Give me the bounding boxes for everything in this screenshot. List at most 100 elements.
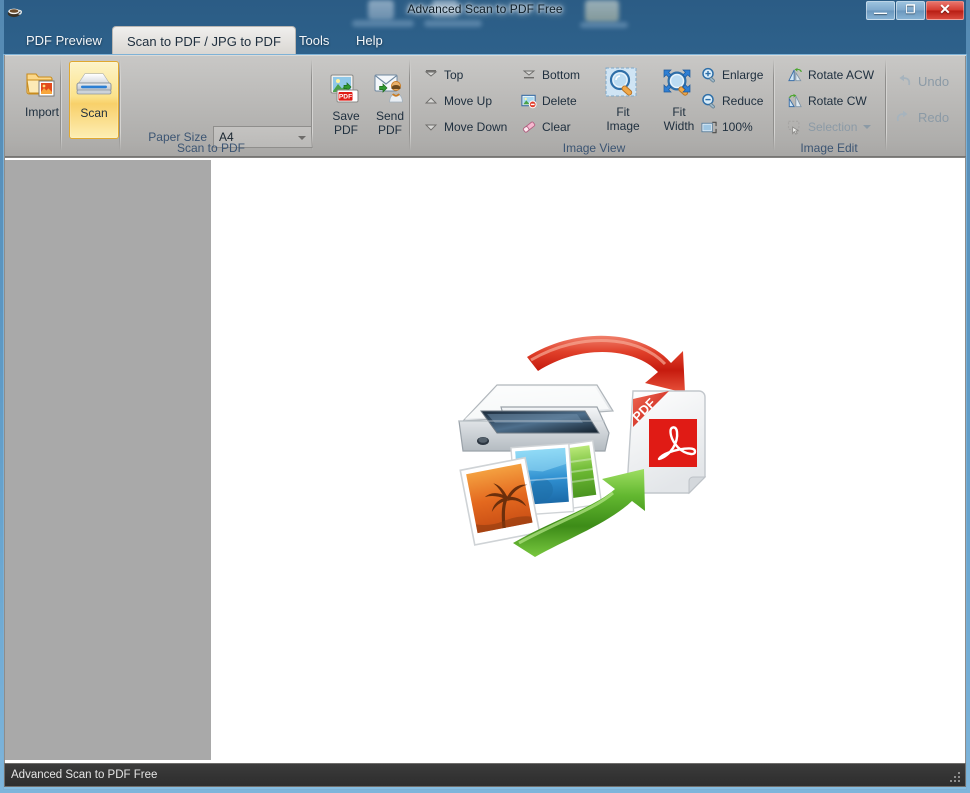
ribbon-tab-strip: PDF Preview Scan to PDF / JPG to PDF Too… bbox=[0, 22, 970, 62]
zoom-out-icon bbox=[701, 93, 717, 109]
move-top-label: Top bbox=[444, 68, 464, 82]
move-bottom-icon bbox=[521, 67, 537, 83]
fit-image-icon bbox=[605, 66, 641, 102]
fit-width-icon bbox=[661, 66, 697, 102]
group-divider bbox=[60, 59, 62, 151]
save-pdf-icon: PDF bbox=[329, 70, 363, 106]
move-down-command[interactable]: Move Down bbox=[423, 117, 507, 137]
rotate-acw-icon bbox=[787, 67, 803, 83]
selection-label: Selection bbox=[808, 120, 858, 134]
reduce-command[interactable]: Reduce bbox=[701, 91, 763, 111]
folder-image-icon bbox=[25, 66, 59, 102]
scanner-images-to-pdf-illustration: PDF bbox=[439, 311, 729, 601]
undo-command[interactable]: Undo bbox=[895, 71, 949, 91]
rotate-cw-command[interactable]: Rotate CW bbox=[787, 91, 867, 111]
rotate-cw-label: Rotate CW bbox=[808, 94, 867, 108]
send-pdf-label-line2: PDF bbox=[378, 123, 402, 137]
move-up-command[interactable]: Move Up bbox=[423, 91, 492, 111]
undo-icon bbox=[895, 73, 913, 89]
save-pdf-label-line1: Save bbox=[332, 109, 360, 123]
undo-label: Undo bbox=[918, 73, 950, 89]
minimize-button[interactable]: — bbox=[866, 1, 895, 20]
rotate-acw-label: Rotate ACW bbox=[808, 68, 875, 82]
tab-label: PDF Preview bbox=[26, 33, 102, 48]
fit-width-label-line1: Fit bbox=[672, 105, 686, 119]
group-label-image-view: Image View bbox=[562, 141, 626, 155]
group-divider bbox=[311, 59, 313, 151]
ribbon-group-output: PDF Save PDF Send PDF bbox=[311, 55, 409, 159]
ribbon-toolbar: Import Scan Paper Size A4 Scan to PDF PD… bbox=[4, 54, 967, 182]
send-pdf-icon bbox=[373, 70, 407, 106]
move-bottom-label: Bottom bbox=[542, 68, 581, 82]
move-bottom-command[interactable]: Bottom bbox=[521, 65, 580, 85]
enlarge-command[interactable]: Enlarge bbox=[701, 65, 763, 85]
zoom-in-icon bbox=[701, 67, 717, 83]
actual-size-icon bbox=[701, 119, 717, 135]
delete-image-label: Delete bbox=[542, 94, 577, 108]
move-up-label: Move Up bbox=[444, 94, 493, 108]
actual-size-command[interactable]: 100% bbox=[701, 117, 753, 137]
fit-image-button[interactable]: Fit Image bbox=[595, 61, 651, 139]
tab-scan-to-pdf[interactable]: Scan to PDF / JPG to PDF bbox=[112, 26, 296, 56]
enlarge-label: Enlarge bbox=[722, 68, 764, 82]
redo-label: Redo bbox=[918, 109, 950, 125]
fit-width-label-line2: Width bbox=[663, 119, 695, 133]
redo-command[interactable]: Redo bbox=[895, 107, 949, 127]
send-pdf-button[interactable]: Send PDF bbox=[365, 65, 415, 143]
reduce-label: Reduce bbox=[722, 94, 764, 108]
save-pdf-label-line2: PDF bbox=[333, 123, 358, 137]
thumbnail-list-panel[interactable] bbox=[5, 160, 211, 760]
status-bar-text: Advanced Scan to PDF Free bbox=[11, 769, 158, 781]
group-label-scan-to-pdf: Scan to PDF bbox=[176, 141, 246, 155]
title-bar: Advanced Scan to PDF Free — ❐ ✕ bbox=[0, 0, 970, 22]
group-divider bbox=[409, 59, 411, 151]
selection-command[interactable]: Selection bbox=[787, 117, 872, 137]
fit-image-label-line1: Fit bbox=[616, 105, 630, 119]
move-down-label: Move Down bbox=[444, 120, 508, 134]
minimize-icon: — bbox=[874, 5, 887, 20]
tab-pdf-preview[interactable]: PDF Preview bbox=[12, 26, 116, 55]
window-title: Advanced Scan to PDF Free bbox=[407, 2, 563, 16]
tab-tools[interactable]: Tools bbox=[285, 26, 343, 55]
rotate-cw-icon bbox=[787, 93, 803, 109]
tab-label: Scan to PDF / JPG to PDF bbox=[127, 34, 281, 49]
ribbon-bottom-border bbox=[5, 156, 967, 158]
delete-image-icon bbox=[521, 93, 537, 109]
tab-label: Help bbox=[356, 33, 383, 48]
move-top-icon bbox=[423, 67, 439, 83]
send-pdf-label-line1: Send bbox=[375, 109, 405, 123]
move-down-icon bbox=[423, 119, 439, 135]
fit-width-button[interactable]: Fit Width bbox=[651, 61, 707, 139]
actual-size-label: 100% bbox=[722, 120, 753, 134]
group-divider bbox=[773, 59, 775, 151]
application-window: Advanced Scan to PDF Free — ❐ ✕ PDF Prev… bbox=[0, 0, 970, 793]
import-button-label: Import bbox=[24, 105, 59, 119]
fit-image-label-line2: Image bbox=[606, 119, 640, 133]
resize-grip-icon[interactable] bbox=[948, 770, 962, 784]
group-divider bbox=[885, 59, 887, 151]
move-top-command[interactable]: Top bbox=[423, 65, 463, 85]
ribbon-group-image-view: Top Move Up Move Down Bottom Delete Clea… bbox=[409, 55, 773, 159]
chevron-down-icon[interactable] bbox=[862, 119, 872, 135]
maximize-button[interactable]: ❐ bbox=[896, 1, 925, 20]
image-preview-pane[interactable]: PDF bbox=[211, 160, 965, 760]
rotate-acw-command[interactable]: Rotate ACW bbox=[787, 65, 874, 85]
status-bar: Advanced Scan to PDF Free bbox=[4, 763, 966, 787]
tab-label: Tools bbox=[299, 33, 330, 48]
save-pdf-button[interactable]: PDF Save PDF bbox=[321, 65, 371, 143]
clear-command[interactable]: Clear bbox=[521, 117, 571, 137]
ribbon-group-image-edit: Rotate ACW Rotate CW Selection Undo Redo… bbox=[773, 55, 967, 159]
scan-button[interactable]: Scan bbox=[69, 61, 119, 139]
delete-image-command[interactable]: Delete bbox=[521, 91, 577, 111]
maximize-icon: ❐ bbox=[905, 4, 916, 16]
selection-icon bbox=[787, 119, 803, 135]
close-button[interactable]: ✕ bbox=[926, 1, 964, 20]
svg-text:PDF: PDF bbox=[339, 94, 352, 101]
chevron-down-icon bbox=[298, 136, 306, 140]
client-area: PDF bbox=[4, 156, 967, 763]
clear-label: Clear bbox=[542, 120, 571, 134]
redo-icon bbox=[895, 109, 913, 125]
group-divider bbox=[119, 59, 121, 151]
group-label-image-edit: Image Edit bbox=[800, 141, 858, 155]
tab-help[interactable]: Help bbox=[342, 26, 397, 55]
